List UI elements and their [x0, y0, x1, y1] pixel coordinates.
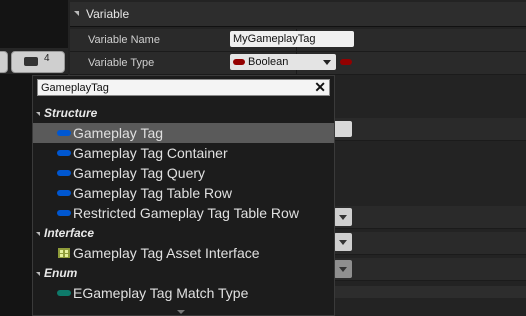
category-structure[interactable]: Structure	[36, 104, 97, 122]
type-item-label: Gameplay Tag Container	[73, 145, 228, 161]
category-enum[interactable]: Enum	[36, 264, 77, 282]
variable-type-label: Variable Type	[88, 57, 155, 69]
type-item-egameplay-tag-match-type[interactable]: EGameplay Tag Match Type	[33, 283, 334, 303]
struct-pin-icon	[57, 190, 71, 196]
camera-icon	[24, 57, 38, 66]
interface-icon	[58, 248, 70, 258]
viewport-button[interactable]	[0, 51, 8, 73]
variable-name-label: Variable Name	[88, 34, 160, 46]
panel-footer	[335, 286, 526, 298]
type-item-label: Gameplay Tag Table Row	[73, 185, 233, 201]
property-dropdown[interactable]	[334, 260, 352, 278]
type-picker-popup: ✕ Structure Gameplay Tag Gameplay Tag Co…	[32, 75, 335, 316]
type-item-label: Gameplay Tag Asset Interface	[73, 245, 260, 261]
camera-speed-value: 4	[44, 53, 50, 64]
struct-pin-icon	[57, 150, 71, 156]
type-item-label: Gameplay Tag	[73, 125, 164, 141]
chevron-down-icon	[323, 60, 331, 65]
variable-type-dropdown[interactable]: Boolean	[230, 54, 336, 70]
type-item-gameplay-tag-query[interactable]: Gameplay Tag Query	[33, 163, 334, 183]
category-label: Structure	[44, 106, 98, 120]
enum-pin-icon	[57, 290, 71, 296]
section-title: Variable	[86, 7, 130, 21]
property-dropdown[interactable]	[334, 208, 352, 226]
variable-name-row: Variable Name MyGameplayTag	[70, 29, 526, 52]
collapse-triangle-icon	[36, 231, 40, 236]
type-item-label: Gameplay Tag Query	[73, 165, 206, 181]
collapse-triangle-icon	[74, 11, 79, 16]
struct-pin-icon	[57, 170, 71, 176]
struct-pin-icon	[57, 130, 71, 136]
clear-search-icon[interactable]: ✕	[314, 79, 326, 95]
collapse-triangle-icon	[36, 271, 40, 276]
property-field[interactable]	[332, 121, 352, 137]
type-item-label: EGameplay Tag Match Type	[73, 285, 249, 301]
struct-pin-icon	[57, 210, 71, 216]
category-label: Enum	[44, 266, 78, 280]
category-interface[interactable]: Interface	[36, 224, 94, 242]
type-search-box[interactable]: ✕	[37, 79, 330, 96]
variable-type-value: Boolean	[248, 56, 289, 68]
container-type-icon[interactable]	[340, 59, 352, 65]
type-item-label: Restricted Gameplay Tag Table Row	[73, 205, 299, 221]
type-search-input[interactable]	[41, 80, 311, 95]
camera-speed-button[interactable]: 4	[11, 51, 65, 73]
variable-type-row: Variable Type Boolean	[70, 52, 526, 75]
boolean-pin-icon	[233, 59, 245, 65]
type-item-gameplay-tag-container[interactable]: Gameplay Tag Container	[33, 143, 334, 163]
scroll-down-icon[interactable]	[177, 310, 185, 314]
collapse-triangle-icon	[36, 111, 40, 116]
property-dropdown[interactable]	[334, 233, 352, 251]
type-item-gameplay-tag-table-row[interactable]: Gameplay Tag Table Row	[33, 183, 334, 203]
variable-name-input[interactable]: MyGameplayTag	[230, 31, 354, 47]
variable-section-header[interactable]: Variable	[70, 2, 526, 27]
type-item-gameplay-tag-asset-interface[interactable]: Gameplay Tag Asset Interface	[33, 243, 334, 263]
category-label: Interface	[44, 226, 95, 240]
type-item-gameplay-tag[interactable]: Gameplay Tag	[33, 123, 334, 143]
type-item-restricted-gameplay-tag-table-row[interactable]: Restricted Gameplay Tag Table Row	[33, 203, 334, 223]
